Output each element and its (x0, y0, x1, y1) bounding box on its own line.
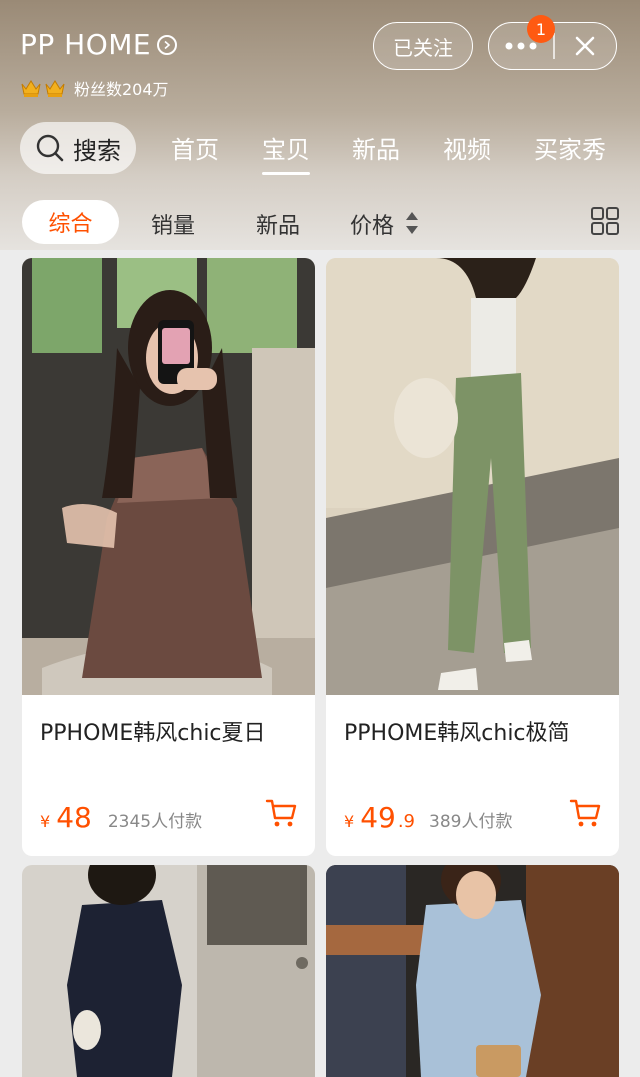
fans-count: 粉丝数204万 (74, 80, 169, 99)
grid-view-icon[interactable] (590, 206, 620, 236)
price-integer: 48 (56, 801, 92, 834)
product-info: PPHOME韩风chic极简 ¥ 49 .9 389人付款 (326, 695, 619, 856)
price-row: ¥ 49 .9 389人付款 (344, 801, 512, 834)
search-label: 搜索 (73, 136, 121, 165)
shop-level-crowns (20, 78, 66, 98)
chevron-right-icon (157, 34, 178, 55)
close-button[interactable] (555, 23, 617, 69)
sold-count: 2345人付款 (107, 812, 203, 832)
follow-button[interactable]: 已关注 (373, 22, 473, 70)
close-icon (575, 36, 595, 56)
search-icon (36, 134, 64, 162)
crown-icon (20, 78, 42, 98)
cart-icon[interactable] (569, 797, 601, 829)
sold-count: 389人付款 (429, 812, 513, 832)
notification-badge: 1 (527, 15, 555, 43)
shop-name: PP HOME (20, 28, 152, 61)
product-card[interactable] (326, 865, 619, 1077)
filter-comprehensive[interactable]: 综合 (22, 200, 119, 244)
fans-row: 粉丝数204万 (20, 76, 169, 100)
product-info: PPHOME韩风chic夏日 ¥ 48 2345人付款 (22, 695, 315, 856)
filter-new[interactable]: 新品 (256, 208, 300, 240)
tab-products[interactable]: 宝贝 (262, 130, 310, 175)
sort-arrows-icon (406, 212, 418, 234)
shop-title[interactable]: PP HOME (20, 28, 178, 61)
product-card[interactable]: PPHOME韩风chic夏日 ¥ 48 2345人付款 (22, 258, 315, 856)
product-image[interactable] (326, 258, 619, 695)
filter-price[interactable]: 价格 (350, 208, 394, 240)
more-dots-icon (505, 42, 537, 50)
price-integer: 49 (360, 801, 396, 834)
product-name: PPHOME韩风chic夏日 (40, 721, 266, 746)
tab-video[interactable]: 视频 (443, 130, 491, 165)
product-card[interactable] (22, 865, 315, 1077)
product-image[interactable] (22, 865, 315, 1077)
search-button[interactable]: 搜索 (20, 122, 136, 174)
tab-home[interactable]: 首页 (171, 130, 219, 165)
tab-buyer-show[interactable]: 买家秀 (534, 130, 606, 165)
product-card[interactable]: PPHOME韩风chic极简 ¥ 49 .9 389人付款 (326, 258, 619, 856)
price-row: ¥ 48 2345人付款 (40, 801, 202, 834)
cart-icon[interactable] (265, 797, 297, 829)
tab-new[interactable]: 新品 (352, 130, 400, 165)
product-image[interactable] (326, 865, 619, 1077)
currency-symbol: ¥ (344, 812, 355, 831)
crown-icon (44, 78, 66, 98)
price-decimal: .9 (397, 811, 416, 832)
currency-symbol: ¥ (40, 812, 51, 831)
filter-sales[interactable]: 销量 (151, 208, 195, 240)
product-name: PPHOME韩风chic极简 (344, 721, 570, 746)
product-image[interactable] (22, 258, 315, 695)
